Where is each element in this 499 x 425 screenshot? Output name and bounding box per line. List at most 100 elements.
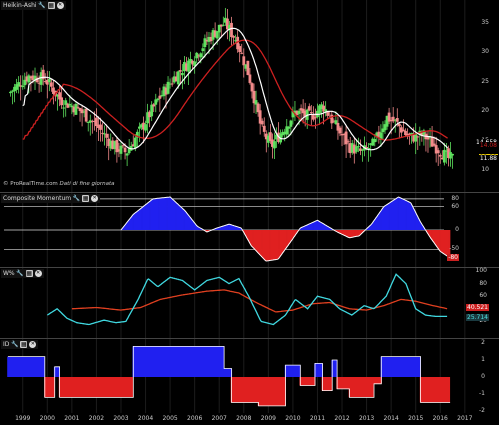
candle-body [314,117,317,119]
candle-body [178,70,182,72]
x-tick-label: 2001 [64,415,80,422]
y-tick-label: 0 [455,226,459,233]
candle-body [397,123,401,127]
x-tick-label: 2014 [383,415,399,422]
x-tick-label: 2011 [309,415,326,422]
x-tick-label: 2007 [211,415,227,422]
candle-body [297,110,301,114]
candle-body [133,137,137,148]
y-tick-label: 60 [451,202,459,210]
candle-body [442,149,446,163]
williams-panel: W% 🔧 ▦ ✕ 1008060402040.52125.714 [0,267,499,338]
id-panel-header: ID 🔧 ▦ ✕ [1,340,39,349]
y-tick-label: 20 [481,107,489,115]
price-tag: 11.88 [478,155,498,163]
candle-body [242,56,246,66]
candle-body [436,150,440,154]
candle-body [230,22,233,38]
candle-body [395,118,399,122]
candle-body [356,146,360,148]
candle-body [232,36,235,38]
candle-body [80,109,84,114]
momentum-chart[interactable] [0,193,499,267]
price-panel: Heikin-Ashi 🔧 ▦ ✕ © ProRealTime.com Dati… [0,0,499,192]
x-tick-label: 2012 [334,415,350,422]
y-tick-label: 30 [481,48,489,56]
settings-icon[interactable]: ▦ [82,195,90,202]
candle-body [273,141,276,149]
candle-body [121,145,125,147]
close-icon[interactable]: ✕ [34,270,42,277]
momentum-panel-header: Composite Momentum 🔧 ▦ ✕ [1,194,101,203]
close-icon[interactable]: ✕ [91,195,99,202]
candle-body [144,124,147,131]
candle-body [49,82,53,87]
candle-body [250,83,254,92]
x-tick-label: 2015 [408,415,424,422]
candle-body [221,24,225,26]
y-tick-label: 0 [481,373,485,380]
candle-body [99,124,102,130]
candle-body [84,108,88,122]
candle-body [346,141,350,143]
x-tick-label: 2009 [260,415,276,422]
id-panel-title: ID [3,341,10,348]
y-tick-label: 35 [481,18,489,26]
x-tick-label: 2000 [39,415,55,422]
y-tick-label: 100 [475,267,487,274]
settings-icon[interactable]: ▦ [25,270,33,277]
candle-body [438,155,442,157]
momentum-panel-title: Composite Momentum [3,195,72,202]
data-credit: © ProRealTime.com Dati di fine giornata [3,181,115,187]
candle-body [309,112,313,114]
candle-body [119,145,123,154]
candle-body [203,38,207,48]
candle-body [74,103,78,115]
candle-body [338,127,342,134]
candle-body [123,147,127,153]
price-chart[interactable] [0,0,499,192]
y-tick-label: 2 [481,339,485,346]
candle-body [201,48,205,52]
williams-value-tag: 25.714 [466,313,489,321]
time-axis[interactable]: 1999 2000 2001 2002 2003 2004 2005 2006 2007 2008… [0,413,499,425]
candle-body [246,60,250,75]
candle-body [344,131,348,145]
candle-body [260,120,264,125]
candle-body [311,114,315,120]
close-icon[interactable]: ✕ [56,2,64,9]
id-chart[interactable] [0,339,499,413]
settings-icon[interactable]: ▦ [47,2,55,9]
x-tick-label: 2003 [113,415,129,422]
candle-body [238,46,242,53]
wrench-icon[interactable]: 🔧 [16,270,23,277]
candle-body [47,78,51,83]
candle-body [289,120,293,127]
y-tick-label: 80 [479,279,487,287]
candle-body [324,109,328,112]
williams-line [46,273,448,326]
candle-body [451,153,454,156]
x-tick-label: 2002 [88,415,105,422]
candle-body [21,85,25,88]
williams-chart[interactable] [0,268,499,338]
candle-body [287,126,291,129]
wrench-icon[interactable]: 🔧 [11,341,18,348]
price-tag: 14.08 [478,142,498,150]
x-tick-label: 2017 [457,415,473,422]
candle-body [9,91,12,94]
candle-body [240,52,244,54]
wrench-icon[interactable]: 🔧 [73,195,80,202]
wrench-icon[interactable]: 🔧 [38,2,45,9]
candle-body [307,106,311,111]
candle-body [68,104,72,106]
y-tick-label: 60 [479,292,487,300]
settings-icon[interactable]: ▦ [20,341,28,348]
candle-body [60,97,64,106]
momentum-panel: Composite Momentum 🔧 ▦ ✕ 80 60 0 -50 -80 [0,193,499,267]
candle-body [27,75,31,83]
y-tick-label: 10 [481,166,489,174]
y-tick-label: -50 [449,245,459,253]
close-icon[interactable]: ✕ [29,341,37,348]
williams-panel-header: W% 🔧 ▦ ✕ [1,269,44,278]
